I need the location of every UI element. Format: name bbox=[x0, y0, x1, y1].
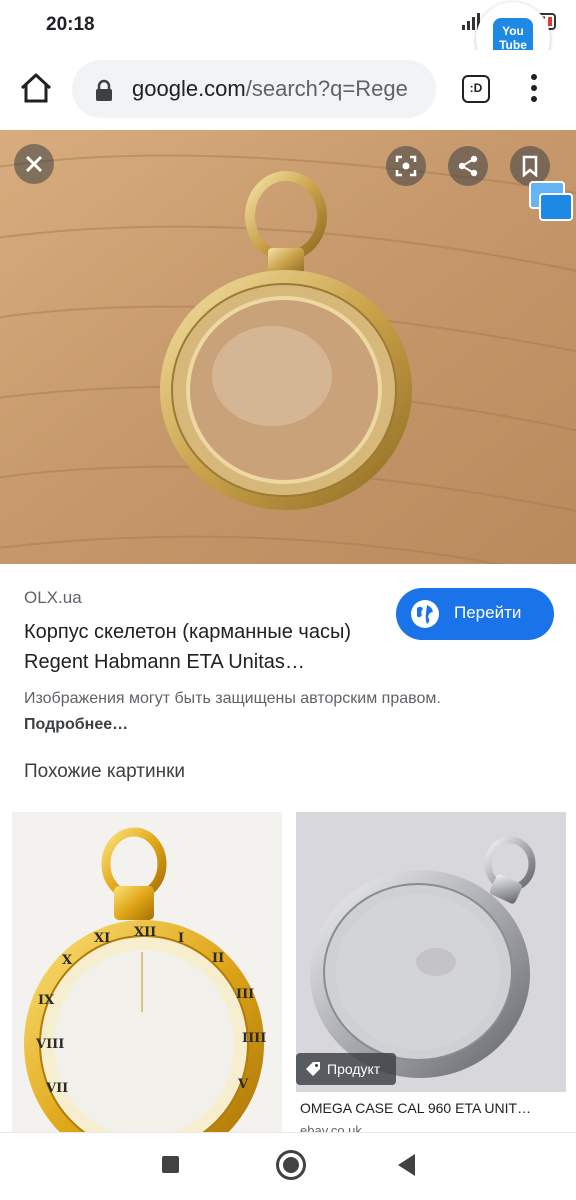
product-chip: Продукт bbox=[296, 1053, 396, 1085]
svg-text:II: II bbox=[212, 951, 224, 966]
pocket-watch-case-image bbox=[0, 130, 576, 564]
tab-switcher-button[interactable]: :D bbox=[462, 75, 490, 103]
svg-text:XII: XII bbox=[134, 925, 156, 940]
svg-text:X: X bbox=[62, 953, 73, 968]
similar-image-2[interactable] bbox=[296, 812, 566, 1092]
similar-images-heading: Похожие картинки bbox=[24, 761, 185, 782]
similar-image-1[interactable]: XII I II III IIII XI X IX VIII VII V bbox=[12, 812, 282, 1142]
silver-pocket-watch-image bbox=[296, 812, 566, 1092]
browser-toolbar: google.com/search?q=Rege :D bbox=[0, 50, 576, 130]
more-link[interactable]: Подробнее… bbox=[24, 716, 128, 733]
globe-icon bbox=[411, 600, 439, 628]
lens-button[interactable] bbox=[386, 146, 426, 186]
system-nav-bar bbox=[0, 1132, 576, 1200]
url-host: google.com bbox=[132, 76, 246, 101]
svg-text:VIII: VIII bbox=[35, 1037, 64, 1052]
close-button[interactable] bbox=[14, 144, 54, 184]
svg-text:I: I bbox=[178, 931, 184, 946]
url-text: google.com/search?q=Rege bbox=[132, 76, 424, 102]
preview-image bbox=[0, 130, 576, 564]
svg-text:XI: XI bbox=[94, 931, 110, 946]
svg-text:III: III bbox=[236, 987, 254, 1002]
result-title[interactable]: Корпус скелетон (карманные часы) Regent … bbox=[24, 617, 364, 677]
status-time: 20:18 bbox=[46, 14, 95, 35]
address-bar[interactable]: google.com/search?q=Rege bbox=[72, 60, 436, 118]
lens-icon bbox=[395, 155, 417, 177]
lock-icon bbox=[96, 79, 112, 101]
similar-image-2-caption[interactable]: OMEGA CASE CAL 960 ETA UNIT… bbox=[300, 1100, 562, 1116]
svg-text:V: V bbox=[237, 1077, 249, 1092]
back-button[interactable] bbox=[398, 1154, 415, 1176]
result-source[interactable]: OLX.ua bbox=[24, 588, 82, 608]
picture-in-picture-icon[interactable] bbox=[528, 180, 574, 222]
home-icon bbox=[20, 73, 52, 103]
gold-pocket-watch-image: XII III IIIIIIIXI XIXVIII VII V bbox=[12, 812, 282, 1142]
visit-button[interactable]: Перейти bbox=[396, 588, 554, 640]
battery-low-bar bbox=[548, 16, 552, 26]
svg-text:IX: IX bbox=[38, 993, 55, 1008]
bookmark-icon bbox=[522, 155, 538, 177]
svg-text:IIII: IIII bbox=[242, 1031, 266, 1046]
copyright-text: Изображения могут быть защищены авторски… bbox=[24, 690, 441, 707]
visit-button-label: Перейти bbox=[454, 603, 522, 622]
home-nav-button[interactable] bbox=[276, 1150, 306, 1180]
tag-icon bbox=[306, 1062, 320, 1076]
recents-button[interactable] bbox=[162, 1156, 179, 1173]
more-vert-icon[interactable] bbox=[526, 74, 542, 106]
close-icon bbox=[25, 155, 43, 173]
share-icon bbox=[458, 155, 478, 177]
url-path: /search?q=Rege bbox=[245, 76, 408, 101]
svg-text:VII: VII bbox=[45, 1081, 68, 1096]
copyright-notice: Изображения могут быть защищены авторски… bbox=[24, 686, 554, 738]
home-button[interactable] bbox=[16, 68, 56, 108]
product-chip-label: Продукт bbox=[327, 1061, 381, 1077]
share-button[interactable] bbox=[448, 146, 488, 186]
